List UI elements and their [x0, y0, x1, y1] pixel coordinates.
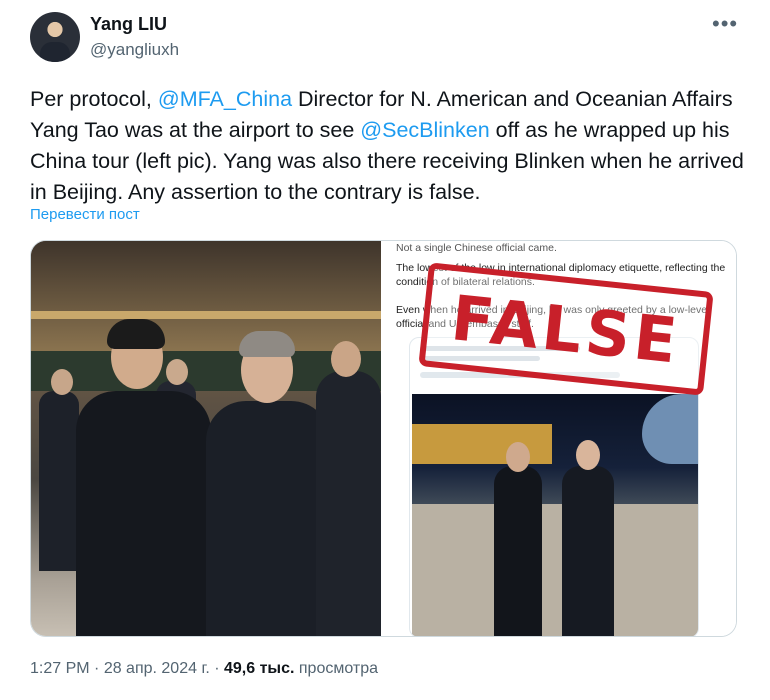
- person-hair: [239, 331, 295, 357]
- more-dots-icon[interactable]: •••: [712, 13, 738, 35]
- person-figure: [206, 401, 331, 636]
- person-figure: [39, 391, 79, 571]
- embedded-photo: [412, 394, 698, 636]
- right-photo[interactable]: Not a single Chinese official came. The …: [383, 241, 736, 636]
- tweet: Yang LIU @yangliuxh ••• Per protocol, @M…: [0, 0, 770, 700]
- person-hair: [107, 319, 165, 349]
- meta-separator: ·: [209, 660, 224, 677]
- person-head: [576, 440, 600, 470]
- person-figure: [562, 466, 614, 636]
- terminal-building: [412, 424, 552, 464]
- person-head: [166, 359, 188, 385]
- mention-link[interactable]: @SecBlinken: [360, 118, 489, 142]
- person-figure: [494, 466, 542, 636]
- media-grid: Not a single Chinese official came. The …: [30, 240, 737, 637]
- person-head: [506, 442, 530, 472]
- mention-link[interactable]: @MFA_China: [158, 87, 292, 111]
- building-backdrop: [31, 241, 381, 351]
- building-ledge: [31, 311, 381, 319]
- person-figure: [76, 391, 211, 636]
- person-head: [51, 369, 73, 395]
- left-photo[interactable]: [31, 241, 381, 636]
- tweet-meta: 1:27 PM · 28 апр. 2024 г. · 49,6 тыс. пр…: [30, 660, 378, 678]
- views-label: просмотра: [294, 660, 379, 677]
- author-handle[interactable]: @yangliuxh: [90, 40, 179, 60]
- tweet-text-part: Per protocol,: [30, 87, 158, 111]
- tweet-text: Per protocol, @MFA_China Director for N.…: [30, 84, 750, 208]
- author-name[interactable]: Yang LIU: [90, 14, 167, 35]
- tarmac: [412, 504, 698, 636]
- avatar[interactable]: [30, 12, 80, 62]
- translate-link[interactable]: Перевести пост: [30, 206, 140, 223]
- false-stamp-label: FALSE: [447, 280, 685, 378]
- post-time[interactable]: 1:27 PM: [30, 660, 90, 677]
- person-figure: [316, 371, 381, 636]
- person-head: [331, 341, 361, 377]
- meta-separator: ·: [89, 660, 104, 677]
- views-count: 49,6 тыс.: [224, 660, 295, 677]
- post-date[interactable]: 28 апр. 2024 г.: [104, 660, 210, 677]
- airplane-nose: [642, 394, 698, 464]
- quoted-text-line: Not a single Chinese official came.: [396, 242, 557, 254]
